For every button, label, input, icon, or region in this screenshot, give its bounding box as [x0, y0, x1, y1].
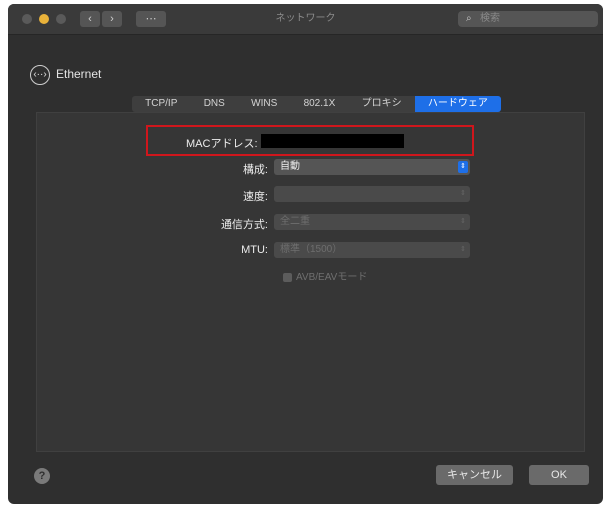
tab-hardware[interactable]: ハードウェア — [414, 96, 501, 112]
speed-label: 速度: — [242, 191, 268, 203]
mtu-label: MTU: — [241, 244, 268, 256]
mac-address-value — [261, 134, 404, 148]
title-bar: ‹ › ⋯ ネットワーク ⌕ 検索 — [8, 4, 603, 35]
cancel-button[interactable]: キャンセル — [436, 465, 513, 485]
avb-mode-label: AVB/EAVモード — [296, 272, 368, 283]
tab-wins[interactable]: WINS — [238, 96, 290, 112]
chevron-updown-icon: ⇕ — [458, 161, 468, 173]
avb-mode-checkbox[interactable]: AVB/EAVモード — [283, 272, 367, 284]
help-button[interactable]: ? — [34, 468, 50, 484]
search-field[interactable]: ⌕ 検索 — [458, 11, 598, 27]
duplex-select[interactable]: 全二重 ⇕ — [274, 214, 470, 230]
tab-8021x[interactable]: 802.1X — [290, 96, 348, 112]
tab-tcpip[interactable]: TCP/IP — [132, 96, 191, 112]
chevron-updown-icon: ⇕ — [460, 190, 466, 197]
ethernet-icon: ‹··› — [30, 64, 50, 85]
tab-dns[interactable]: DNS — [191, 96, 238, 112]
configure-select[interactable]: 自動 ⇕ — [274, 159, 470, 175]
chevron-updown-icon: ⇕ — [460, 218, 466, 225]
duplex-value: 全二重 — [280, 216, 310, 227]
speed-select[interactable]: ⇕ — [274, 186, 470, 202]
tab-proxy[interactable]: プロキシ — [348, 96, 414, 112]
network-preferences-window: ‹ › ⋯ ネットワーク ⌕ 検索 ‹··› Ethernet TCP/IP DN… — [8, 4, 603, 504]
checkbox-icon — [283, 272, 292, 282]
search-icon: ⌕ — [466, 13, 472, 24]
interface-name: Ethernet — [56, 67, 102, 81]
settings-tabs: TCP/IP DNS WINS 802.1X プロキシ ハードウェア — [132, 96, 501, 112]
mtu-select[interactable]: 標準（1500） ⇕ — [274, 242, 470, 258]
mac-address-label: MACアドレス: — [186, 138, 258, 150]
ok-button[interactable]: OK — [529, 465, 589, 485]
chevron-updown-icon: ⇕ — [460, 246, 466, 253]
configure-label: 構成: — [242, 164, 268, 176]
interface-header: ‹··› Ethernet — [30, 64, 102, 85]
search-placeholder: 検索 — [480, 13, 500, 24]
duplex-label: 通信方式: — [220, 219, 268, 231]
configure-value: 自動 — [280, 161, 300, 172]
mtu-value: 標準（1500） — [280, 244, 343, 255]
